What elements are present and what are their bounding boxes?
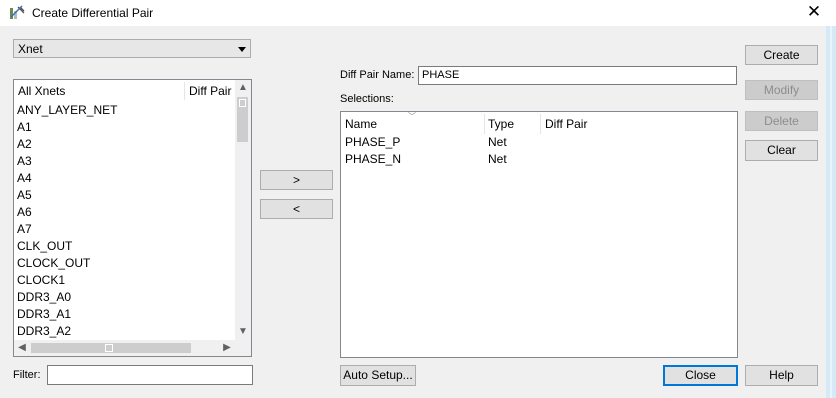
net-type-select[interactable]: Xnet (13, 39, 251, 58)
column-header-type[interactable]: Type (488, 112, 514, 136)
diff-pair-app-icon (9, 5, 25, 21)
diff-pair-name-label: Diff Pair Name: (340, 69, 415, 81)
net-type-value: Xnet (18, 42, 43, 56)
selection-type: Net (488, 135, 507, 149)
selections-list[interactable]: ﹀ Name Type Diff Pair PHASE_P Net PHASE_… (340, 111, 738, 358)
selections-label: Selections: (340, 93, 394, 105)
list-item[interactable]: CLK_OUT (17, 238, 72, 255)
column-header-name[interactable]: Name (345, 112, 377, 136)
diff-pair-name-input[interactable]: PHASE (418, 66, 737, 85)
list-item[interactable]: CLOCK1 (17, 272, 65, 289)
window-title: Create Differential Pair (32, 6, 154, 20)
scroll-grip-icon (239, 99, 246, 107)
close-icon[interactable]: ✕ (804, 2, 824, 22)
list-item[interactable]: DDR3_A2 (17, 323, 71, 340)
list-item[interactable]: A3 (17, 153, 32, 170)
modify-button[interactable]: Modify (745, 80, 818, 100)
horizontal-scrollbar[interactable]: ◀ ▶ (14, 340, 235, 356)
column-header-all-xnets[interactable]: All Xnets (18, 80, 65, 102)
column-divider (484, 114, 485, 134)
vertical-scrollbar[interactable]: ▲ ▼ (235, 80, 251, 340)
selection-name[interactable]: PHASE_N (345, 151, 401, 168)
list-item[interactable]: DDR3_A1 (17, 306, 71, 323)
window-edge (826, 26, 836, 398)
list-item[interactable]: DDR3_A0 (17, 289, 71, 306)
scroll-grip-icon (105, 344, 113, 352)
list-item[interactable]: A2 (17, 136, 32, 153)
delete-button[interactable]: Delete (745, 111, 818, 131)
close-button[interactable]: Close (663, 365, 738, 386)
all-xnets-list[interactable]: All Xnets Diff Pair ANY_LAYER_NET A1 A2 … (13, 79, 252, 357)
list-item[interactable]: A4 (17, 170, 32, 187)
column-divider (540, 114, 541, 134)
add-to-pair-button[interactable]: > (260, 170, 333, 190)
scroll-left-icon[interactable]: ◀ (14, 340, 30, 356)
list-item[interactable]: ANY_LAYER_NET (17, 102, 117, 119)
list-item[interactable]: CLOCK_OUT (17, 255, 90, 272)
filter-label: Filter: (13, 369, 41, 381)
scroll-down-icon[interactable]: ▼ (235, 324, 251, 340)
filter-input[interactable] (47, 365, 253, 385)
scroll-thumb-horizontal[interactable] (31, 343, 191, 353)
remove-from-pair-button[interactable]: < (260, 199, 333, 219)
selection-type: Net (488, 152, 507, 166)
column-header-diff-pair[interactable]: Diff Pair (189, 80, 231, 102)
create-button[interactable]: Create (745, 45, 818, 65)
chevron-down-icon (238, 47, 246, 52)
column-divider (184, 82, 185, 100)
scroll-corner (235, 340, 251, 356)
list-item[interactable]: A1 (17, 119, 32, 136)
auto-setup-button[interactable]: Auto Setup... (340, 365, 416, 386)
clear-button[interactable]: Clear (745, 140, 818, 161)
selection-name[interactable]: PHASE_P (345, 134, 400, 151)
scroll-up-icon[interactable]: ▲ (235, 80, 251, 96)
scroll-right-icon[interactable]: ▶ (219, 340, 235, 356)
column-header-diff-pair[interactable]: Diff Pair (545, 112, 587, 136)
sort-caret-icon: ﹀ (408, 112, 416, 121)
list-item[interactable]: A6 (17, 204, 32, 221)
list-item[interactable]: A7 (17, 221, 32, 238)
help-button[interactable]: Help (745, 365, 818, 386)
list-item[interactable]: A5 (17, 187, 32, 204)
